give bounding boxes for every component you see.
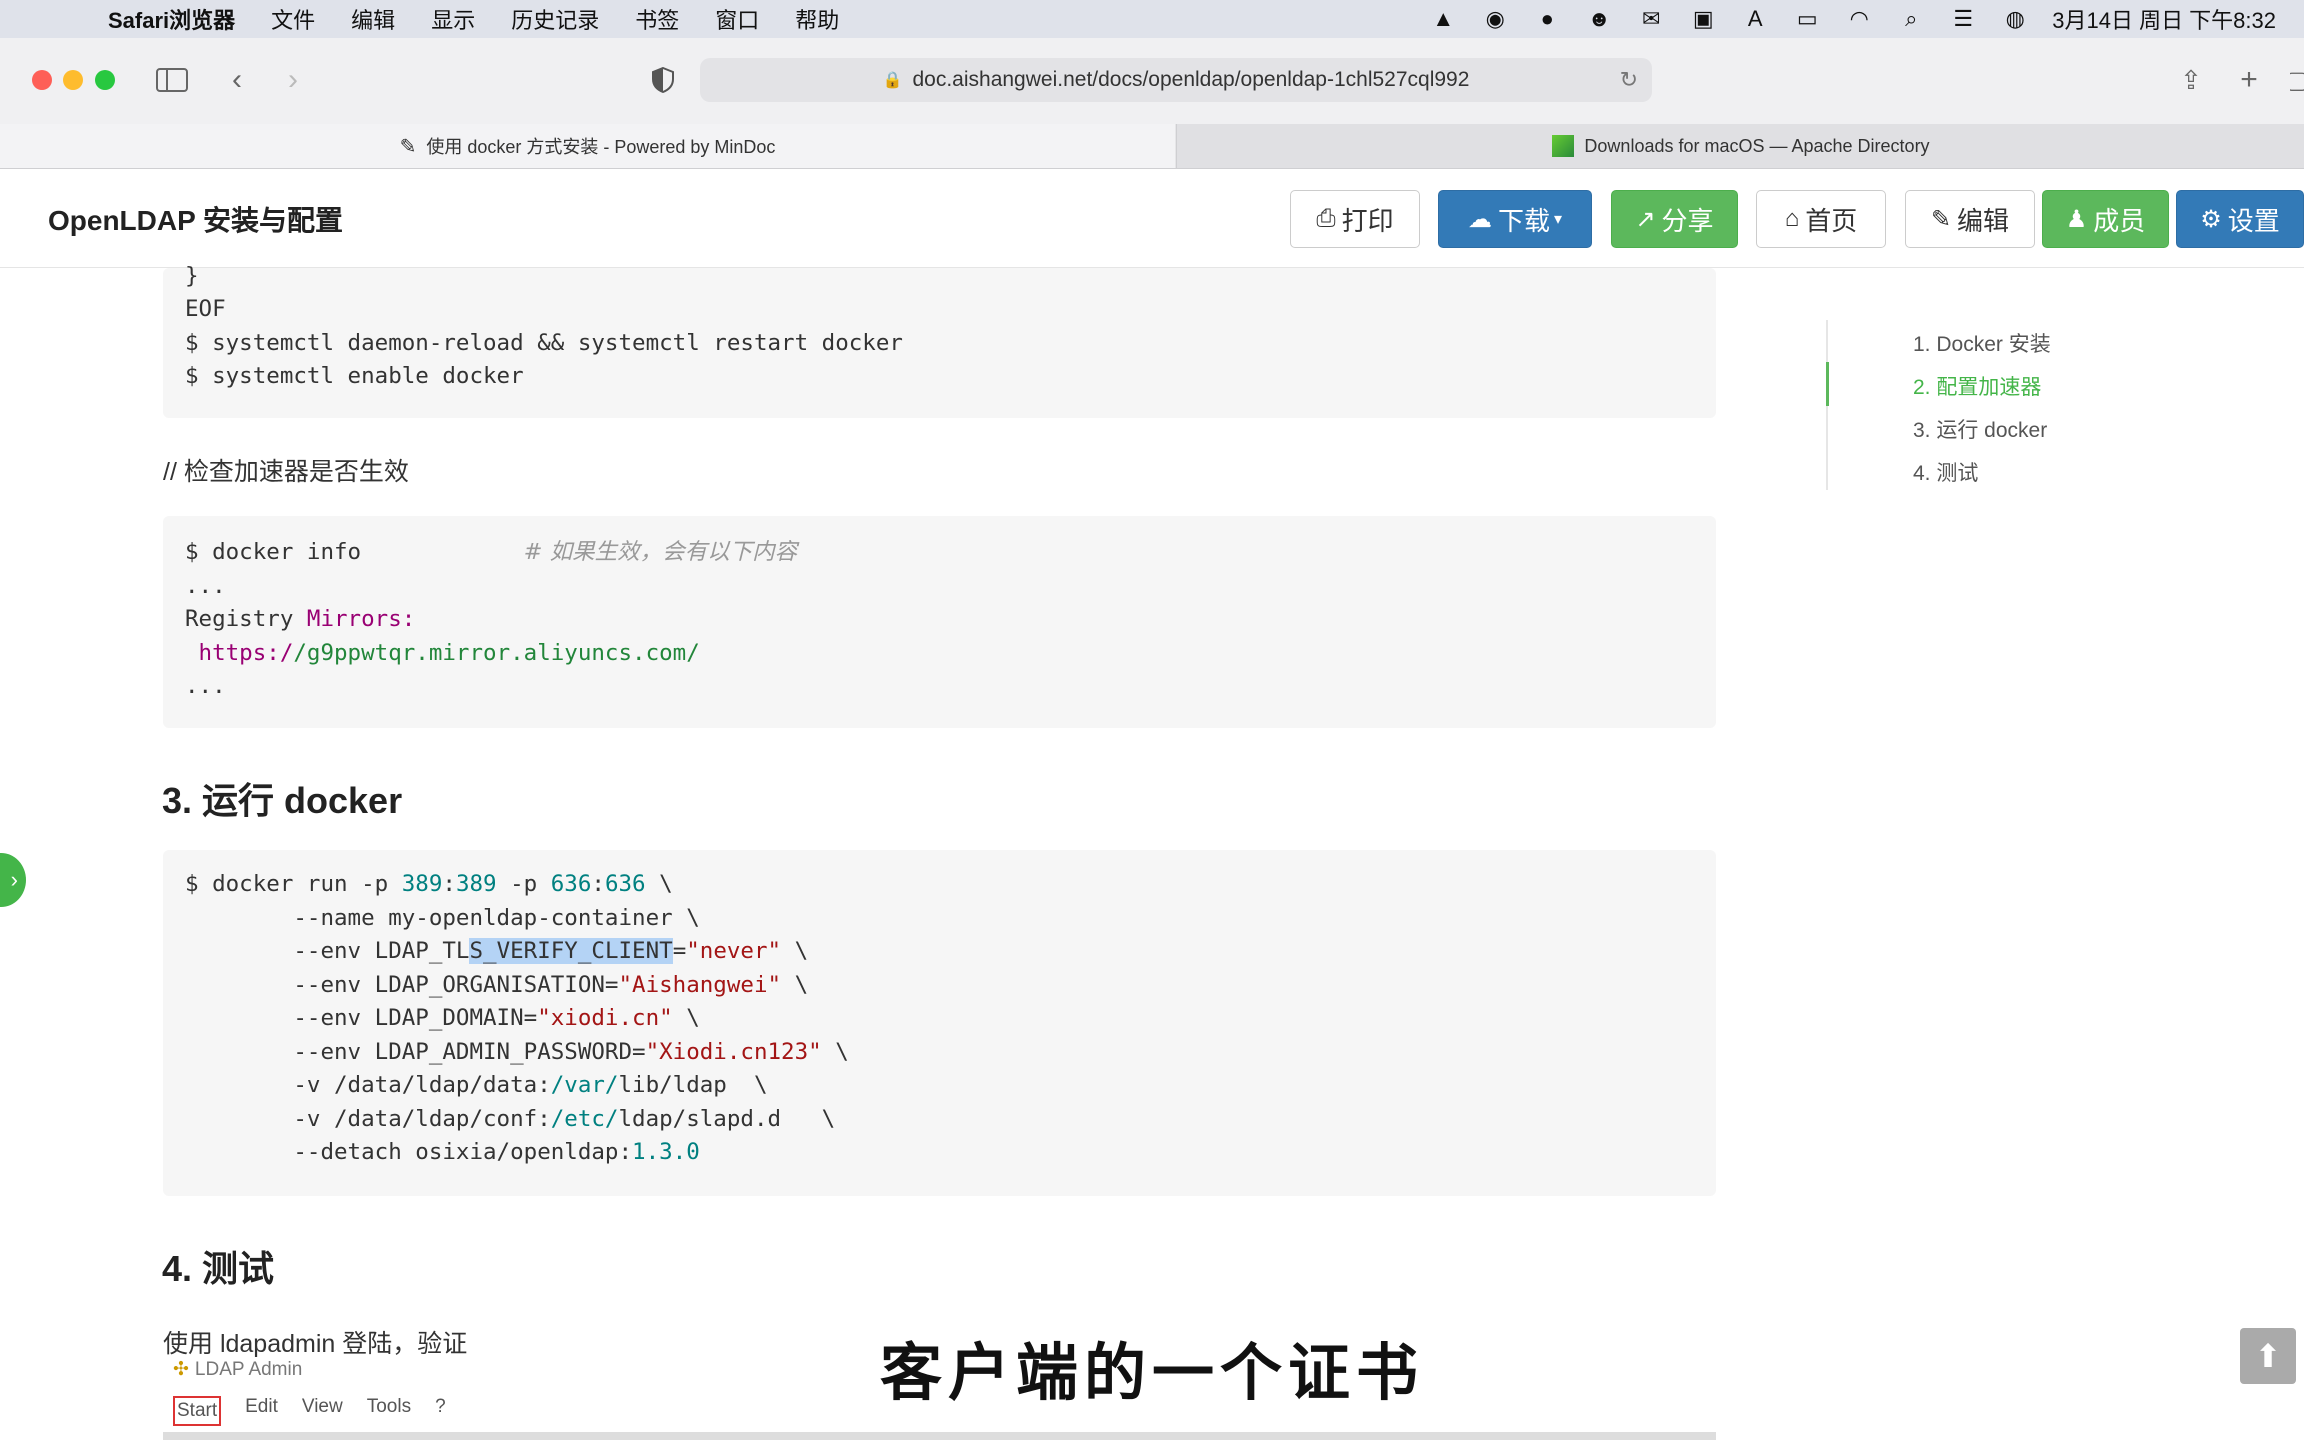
download-button[interactable]: ☁ 下载 ▾	[1438, 190, 1592, 248]
toc-item-accelerator[interactable]: 2. 配置加速器	[1913, 371, 2041, 401]
code-line: -v /data/ldap/data:/var/lib/ldap \	[185, 1072, 768, 1098]
minimize-window-button[interactable]	[63, 70, 83, 90]
menubar-clock[interactable]: 3月14日 周日 下午8:32	[2052, 3, 2276, 35]
privacy-shield-icon[interactable]	[648, 60, 678, 100]
code-line: https://g9ppwtqr.mirror.aliyuncs.com/	[185, 640, 700, 666]
sidebar-toggle-icon[interactable]	[154, 60, 190, 100]
chevron-right-icon: ›	[10, 867, 18, 892]
control-center-icon[interactable]: ☰	[1948, 6, 1978, 32]
dictionary-icon[interactable]: ▣	[1688, 6, 1718, 32]
members-button[interactable]: ♟ 成员	[2042, 190, 2169, 248]
toc-active-marker	[1826, 362, 1829, 406]
input-source-icon[interactable]: A	[1740, 6, 1770, 32]
gear-icon: ⚙	[2200, 205, 2222, 233]
share-button[interactable]: ↗ 分享	[1611, 190, 1738, 248]
menu-view[interactable]: 显示	[413, 3, 493, 35]
code-line: --name my-openldap-container \	[185, 905, 700, 931]
table-of-contents: 1. Docker 安装 2. 配置加速器 3. 运行 docker 4. 测试	[1826, 320, 2128, 490]
video-subtitle: 客户端的一个证书	[879, 1336, 1424, 1409]
share-square-icon: ↗	[1635, 205, 1656, 233]
tab-title: Downloads for macOS — Apache Directory	[1584, 135, 1930, 156]
share-icon[interactable]: ⇪	[2176, 60, 2206, 100]
tab-apache-directory[interactable]: Downloads for macOS — Apache Directory	[1176, 124, 2304, 168]
text-selection[interactable]: S_VERIFY_CLIENT	[469, 938, 673, 964]
menu-file[interactable]: 文件	[253, 3, 333, 35]
url-text: doc.aishangwei.net/docs/openldap/openlda…	[912, 68, 1470, 91]
tab-bar: ✎ 使用 docker 方式安装 - Powered by MinDoc Dow…	[0, 124, 2304, 169]
code-line: --detach osixia/openldap:1.3.0	[185, 1139, 700, 1165]
code-block-docker-run: $ docker run -p 389:389 -p 636:636 \ --n…	[163, 850, 1716, 1196]
cloud-download-icon: ☁	[1467, 205, 1492, 233]
browser-toolbar: ‹ › 🔒 doc.aishangwei.net/docs/openldap/o…	[0, 38, 2304, 124]
code-line: $ systemctl daemon-reload && systemctl r…	[185, 330, 903, 356]
ldap-admin-toolbar-strip	[163, 1432, 1716, 1440]
edit-icon: ✎	[1930, 205, 1952, 233]
home-button[interactable]: ⌂ 首页	[1756, 190, 1886, 248]
code-line: }	[185, 263, 199, 289]
code-line: --env LDAP_DOMAIN="xiodi.cn" \	[185, 1005, 700, 1031]
user-icon: ♟	[2065, 205, 2088, 233]
code-line: ...	[185, 573, 226, 599]
tab-title: 使用 docker 方式安装 - Powered by MinDoc	[426, 137, 776, 157]
tab-mindoc[interactable]: ✎ 使用 docker 方式安装 - Powered by MinDoc	[0, 124, 1175, 168]
forward-icon[interactable]: ›	[280, 60, 306, 100]
section-heading-test: 4. 测试	[162, 1248, 275, 1289]
printer-icon: ⎙	[1316, 205, 1336, 232]
apache-favicon-icon	[1552, 135, 1575, 157]
code-block-systemctl: } EOF $ systemctl daemon-reload && syste…	[163, 263, 1716, 418]
code-line: Registry Mirrors:	[185, 606, 416, 632]
edit-button[interactable]: ✎ 编辑	[1905, 190, 2035, 248]
status-icons: ▲ ◉ ● ☻ ✉ ▣ A ▭ ◠ ⌕ ☰ ◍ 3月14日 周日 下午8:32	[1428, 0, 2276, 38]
face-icon[interactable]: ☻	[1584, 6, 1614, 32]
home-icon: ⌂	[1784, 205, 1800, 232]
vlc-icon[interactable]: ▲	[1428, 6, 1458, 32]
toc-item-test[interactable]: 4. 测试	[1913, 457, 1978, 487]
tab-overview-icon[interactable]: ▢	[2290, 60, 2304, 100]
back-icon[interactable]: ‹	[224, 60, 250, 100]
spotlight-search-icon[interactable]: ⌕	[1896, 6, 1926, 32]
zoom-window-button[interactable]	[95, 70, 115, 90]
code-line: --env LDAP_TLS_VERIFY_CLIENT="never" \	[185, 938, 809, 964]
code-line: $ docker run -p 389:389 -p 636:636 \	[185, 871, 673, 897]
menu-bookmarks[interactable]: 书签	[617, 3, 697, 35]
doc-title: OpenLDAP 安装与配置	[48, 205, 344, 236]
caret-down-icon: ▾	[1553, 211, 1563, 228]
safari-window: ‹ › 🔒 doc.aishangwei.net/docs/openldap/o…	[0, 38, 2304, 1440]
print-button[interactable]: ⎙ 打印	[1290, 190, 1420, 248]
lock-icon: 🔒	[882, 72, 903, 89]
battery-icon[interactable]: ▭	[1792, 6, 1822, 32]
settings-button[interactable]: ⚙ 设置	[2176, 190, 2304, 248]
code-line: --env LDAP_ORGANISATION="Aishangwei" \	[185, 972, 809, 998]
reload-icon[interactable]: ↻	[1620, 67, 1638, 93]
menu-window[interactable]: 窗口	[697, 3, 777, 35]
code-line: --env LDAP_ADMIN_PASSWORD="Xiodi.cn123" …	[185, 1039, 849, 1065]
siri-icon[interactable]: ◍	[2000, 6, 2030, 32]
address-bar[interactable]: 🔒 doc.aishangwei.net/docs/openldap/openl…	[700, 58, 1652, 102]
close-window-button[interactable]	[32, 70, 52, 90]
code-line: ...	[185, 673, 226, 699]
github-icon[interactable]: ◉	[1480, 6, 1510, 32]
toc-item-docker-install[interactable]: 1. Docker 安装	[1913, 328, 2051, 358]
wifi-icon[interactable]: ◠	[1844, 6, 1874, 32]
code-line: $ docker info # 如果生效，会有以下内容	[185, 539, 798, 565]
section-heading-run-docker: 3. 运行 docker	[162, 780, 403, 821]
notification-bell-icon[interactable]: ●	[1532, 6, 1562, 32]
check-accelerator-text: // 检查加速器是否生效	[163, 458, 409, 486]
code-block-docker-info: $ docker info # 如果生效，会有以下内容 ... Registry…	[163, 516, 1716, 728]
menu-history[interactable]: 历史记录	[493, 3, 617, 35]
toc-item-run-docker[interactable]: 3. 运行 docker	[1913, 414, 2047, 444]
code-line: -v /data/ldap/conf:/etc/ldap/slapd.d \	[185, 1106, 836, 1132]
macos-menubar: Safari浏览器 文件 编辑 显示 历史记录 书签 窗口 帮助 ▲ ◉ ● ☻…	[0, 0, 2304, 38]
code-line: EOF	[185, 296, 226, 322]
menu-help[interactable]: 帮助	[777, 3, 857, 35]
edit-favicon-icon: ✎	[399, 135, 417, 158]
wechat-icon[interactable]: ✉	[1636, 6, 1666, 32]
menu-edit[interactable]: 编辑	[333, 3, 413, 35]
new-tab-icon[interactable]: +	[2234, 60, 2264, 100]
menu-app-name[interactable]: Safari浏览器	[90, 3, 253, 35]
code-line: $ systemctl enable docker	[185, 363, 524, 389]
